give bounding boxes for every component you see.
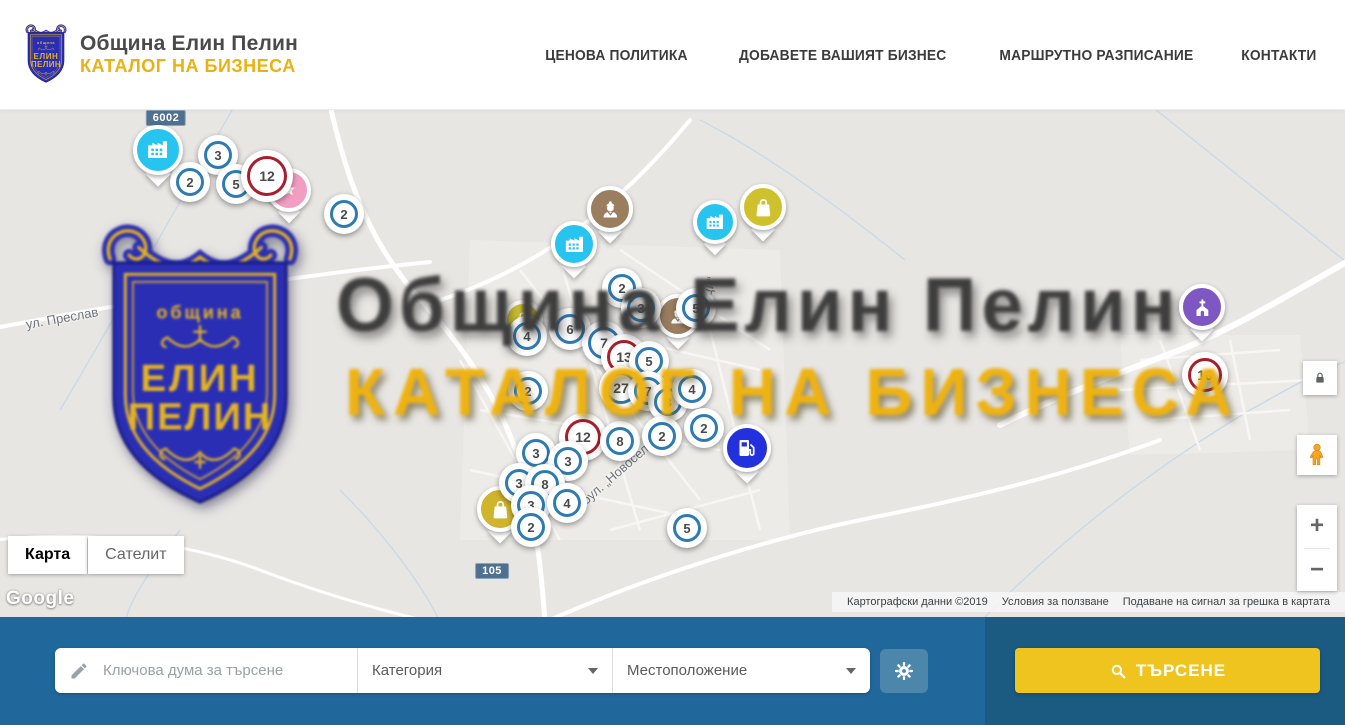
nav-item-pricing[interactable]: ЦЕНОВА ПОЛИТИКА xyxy=(545,47,687,64)
keyword-field xyxy=(55,648,357,693)
location-select-label: Местоположение xyxy=(627,662,846,679)
main-nav: ЦЕНОВА ПОЛИТИКА ДОБАВЕТЕ ВАШИЯТ БИЗНЕС МАР… xyxy=(539,0,1320,110)
map-type-satellite-button[interactable]: Сателит xyxy=(88,536,183,574)
search-button-label: ТЪРСЕНЕ xyxy=(1136,661,1226,681)
category-select[interactable]: Категория xyxy=(357,648,612,693)
map-attribution: Картографски данни ©2019 Условия за полз… xyxy=(832,592,1345,612)
pin-circle xyxy=(740,184,786,230)
factory-icon xyxy=(563,233,586,256)
zoom-out-button[interactable]: − xyxy=(1297,549,1337,592)
pegman-icon xyxy=(1304,440,1330,470)
pin-circle xyxy=(133,125,183,175)
search-controls: Категория Местоположение xyxy=(55,648,870,693)
search-bar: Категория Местоположение xyxy=(0,617,1345,725)
category-pin-factory[interactable] xyxy=(133,125,183,184)
site-header: община ЕЛИН ПЕЛИН Община Елин Пелин КАТА… xyxy=(0,0,1345,110)
bag-icon xyxy=(752,196,775,219)
site-logo[interactable]: община ЕЛИН ПЕЛИН Община Елин Пелин КАТА… xyxy=(22,22,298,88)
church-icon xyxy=(1191,296,1214,319)
pencil-icon xyxy=(69,661,89,681)
chevron-down-icon xyxy=(846,668,856,674)
advanced-settings-button[interactable] xyxy=(880,649,928,693)
map-type-map-button[interactable]: Карта xyxy=(8,536,87,574)
report-map-error-link[interactable]: Подаване на сигнал за грешка в картата xyxy=(1116,596,1337,608)
map-type-control: Карта Сателит xyxy=(8,536,184,574)
category-select-label: Категория xyxy=(372,662,588,679)
svg-text:ПЕЛИН: ПЕЛИН xyxy=(31,60,61,69)
zoom-in-button[interactable]: + xyxy=(1297,505,1337,548)
search-icon xyxy=(1109,662,1127,680)
brand-subtitle: КАТАЛОГ НА БИЗНЕСА xyxy=(80,56,298,77)
category-pin-factory[interactable] xyxy=(551,221,597,276)
worker-icon xyxy=(599,198,622,221)
svg-text:ЕЛИН: ЕЛИН xyxy=(34,52,59,61)
factory-icon xyxy=(704,211,726,233)
attribution-copyright: Картографски данни ©2019 xyxy=(840,596,995,608)
lock-control-button[interactable] xyxy=(1303,361,1337,395)
nav-item-contacts[interactable]: КОНТАКТИ xyxy=(1241,47,1316,64)
google-logo[interactable]: Google xyxy=(6,588,74,610)
fuel-icon xyxy=(735,436,759,460)
nav-item-add-business[interactable]: ДОБАВЕТЕ ВАШИЯТ БИЗНЕС xyxy=(739,47,946,64)
category-pin-factory[interactable] xyxy=(693,200,737,253)
search-submit-panel: ТЪРСЕНЕ xyxy=(985,617,1345,725)
lock-icon xyxy=(1312,370,1328,386)
category-pin-bag[interactable] xyxy=(740,184,786,239)
brand-title: Община Елин Пелин xyxy=(80,32,298,57)
gear-icon xyxy=(893,660,915,682)
search-button[interactable]: ТЪРСЕНЕ xyxy=(1015,648,1320,693)
category-pin-fuel[interactable] xyxy=(723,424,771,481)
front-pin-layer xyxy=(0,110,1345,617)
street-view-pegman-button[interactable] xyxy=(1297,435,1337,475)
pin-circle xyxy=(693,200,737,244)
chevron-down-icon xyxy=(588,668,598,674)
nav-item-bus-schedule[interactable]: МАРШРУТНО РАЗПИСАНИЕ xyxy=(1000,47,1194,64)
pin-circle xyxy=(723,424,771,472)
municipality-crest-logo: община ЕЛИН ПЕЛИН xyxy=(22,22,70,88)
svg-text:община: община xyxy=(37,41,55,45)
pin-circle xyxy=(1179,284,1225,330)
category-pin-church[interactable] xyxy=(1179,284,1225,339)
keyword-input[interactable] xyxy=(101,661,343,680)
pin-circle xyxy=(551,221,597,267)
zoom-control: + − xyxy=(1297,505,1337,591)
map-canvas[interactable]: 325122235467135227784212823338342510 общ… xyxy=(0,110,1345,617)
terms-of-use-link[interactable]: Условия за ползване xyxy=(995,596,1116,608)
location-select[interactable]: Местоположение xyxy=(612,648,870,693)
factory-icon xyxy=(145,137,170,162)
